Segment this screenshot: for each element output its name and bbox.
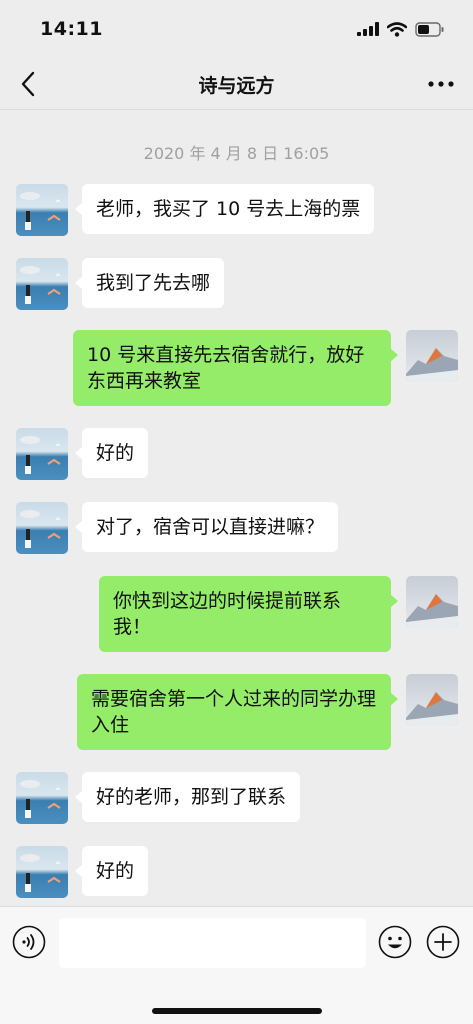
chat-title: 诗与远方 <box>198 75 275 97</box>
message-bubble[interactable]: 需要宿舍第一个人过来的同学办理入住 <box>77 674 398 750</box>
contact-avatar[interactable] <box>16 184 68 236</box>
message-bubble[interactable]: 好的 <box>74 846 149 896</box>
more-button[interactable] <box>423 68 459 100</box>
contact-avatar[interactable] <box>16 502 68 554</box>
signal-icon <box>357 22 379 36</box>
contact-avatar[interactable] <box>16 772 68 824</box>
message-bubble[interactable]: 你快到这边的时候提前联系我！ <box>99 576 398 652</box>
more-actions-button[interactable] <box>426 925 460 959</box>
chat-header: 诗与远方 <box>0 56 473 110</box>
emoji-button[interactable] <box>378 925 412 959</box>
contact-avatar[interactable] <box>16 846 68 898</box>
contact-avatar[interactable] <box>16 258 68 310</box>
contact-avatar[interactable] <box>16 428 68 480</box>
more-dots-icon <box>428 81 454 87</box>
status-icons <box>357 19 445 39</box>
voice-button[interactable] <box>12 925 46 959</box>
emoji-icon <box>378 925 412 959</box>
message-bubble[interactable]: 我到了先去哪 <box>74 258 225 308</box>
message-bubble[interactable]: 好的老师，那到了联系 <box>74 772 301 822</box>
home-indicator[interactable] <box>152 1008 322 1014</box>
wifi-icon <box>387 21 407 37</box>
status-bar: 14:11 <box>0 0 473 56</box>
voice-icon <box>12 925 46 959</box>
status-time: 14:11 <box>40 18 103 40</box>
message-bubble[interactable]: 对了，宿舍可以直接进嘛？ <box>74 502 339 552</box>
message-bubble[interactable]: 老师，我买了 10 号去上海的票 <box>74 184 375 234</box>
message-bubble[interactable]: 好的 <box>74 428 149 478</box>
message-bubble[interactable]: 10 号来直接先去宿舍就行，放好东西再来教室 <box>73 330 398 406</box>
battery-icon <box>415 21 444 37</box>
message-timestamp: 2020 年 4 月 8 日 16:05 <box>143 144 330 163</box>
self-avatar[interactable] <box>406 330 458 382</box>
input-bar <box>0 906 473 1024</box>
plus-icon <box>426 925 460 959</box>
self-avatar[interactable] <box>406 576 458 628</box>
message-input[interactable] <box>59 918 366 968</box>
self-avatar[interactable] <box>406 674 458 726</box>
